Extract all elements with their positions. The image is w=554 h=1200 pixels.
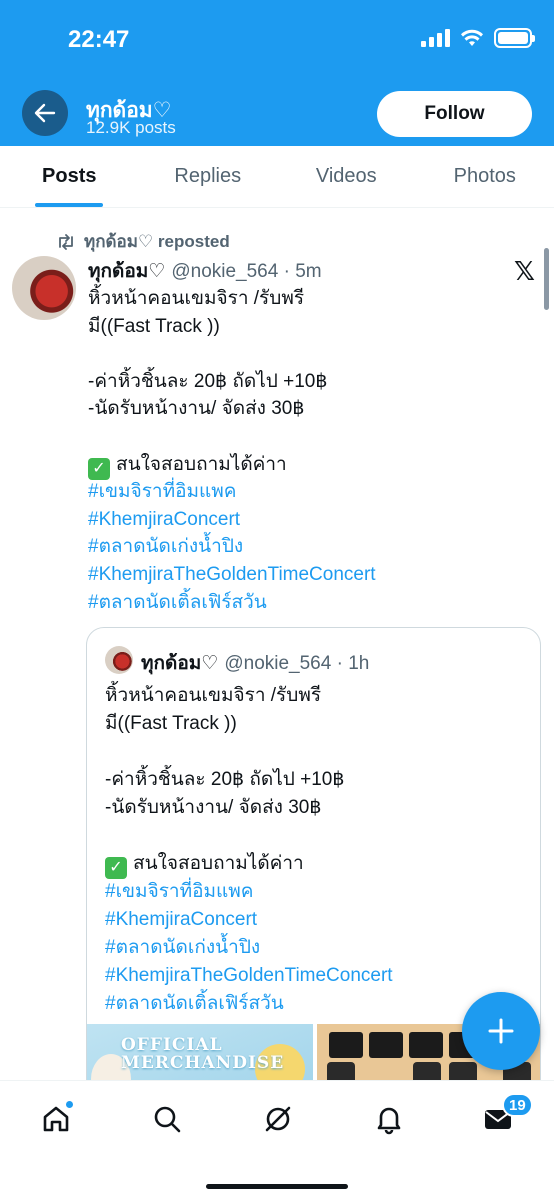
status-icons [421,28,535,48]
arrow-left-icon [34,103,56,123]
quoted-line [105,822,525,850]
grok-icon [265,1106,291,1132]
check-line-text: สนใจสอบถามได้ค่าา [116,453,287,475]
quoted-text: หิ้วหน้าคอนเขมจิรา /รับพรี มี((Fast Trac… [105,682,525,1018]
nav-messages[interactable]: 19 [478,1093,533,1139]
status-time: 22:47 [68,26,130,53]
battery-icon [494,28,535,48]
quoted-hashtag[interactable]: #KhemjiraConcert [105,906,525,934]
wifi-icon [461,29,483,46]
quoted-line [105,738,525,766]
tab-replies[interactable]: Replies [139,146,278,207]
tshirt-image [409,1032,443,1058]
back-button[interactable] [22,90,68,136]
tweet-text: หิ้วหน้าคอนเขมจิรา /รับพรี มี((Fast Trac… [88,285,528,616]
tweet-check-line: ✓ สนใจสอบถามได้ค่าา [88,451,528,480]
messages-badge: 19 [502,1093,533,1117]
check-mark-icon: ✓ [88,457,110,480]
nav-home[interactable] [36,1099,76,1139]
profile-tabs: Posts Replies Videos Photos [0,146,554,208]
compose-button[interactable] [462,992,540,1070]
scrollbar[interactable] [544,248,549,310]
repost-indicator[interactable]: ทุกด้อม♡ reposted [56,228,230,255]
tweet-line: -ค่าหิ้วชิ้นละ 20฿ ถัดไป +10฿ [88,370,328,392]
notifications-icon [377,1107,401,1135]
tweet-line [88,340,528,368]
hashtag-link[interactable]: #เขมจิราที่อิมแพค [88,478,528,506]
profile-header: 22:47 ทุกด้อม♡ 12.9K posts Follow [0,0,554,146]
signal-icon [421,29,450,47]
hashtag-link[interactable]: #KhemjiraConcert [88,506,528,534]
home-indicator [206,1184,348,1189]
home-notification-dot [65,1100,74,1109]
tab-photos[interactable]: Photos [416,146,554,207]
quoted-hashtag[interactable]: #KhemjiraTheGoldenTimeConcert [105,962,525,990]
quoted-author-name: ทุกด้อม♡ [141,653,219,674]
nav-notifications[interactable] [369,1099,409,1139]
quoted-check-line-text: สนใจสอบถามได้ค่าา [133,853,304,874]
avatar[interactable] [12,256,76,320]
quoted-handle-time: @nokie_564 · 1h [224,653,370,674]
quoted-avatar [105,646,133,674]
tab-posts[interactable]: Posts [0,146,139,207]
merch-banner-text: OFFICIAL MERCHANDISE [121,1035,285,1073]
repost-label: ทุกด้อม♡ reposted [84,232,230,251]
tweet-line: -นัดรับหน้างาน/ จัดส่ง 30฿ [88,398,305,420]
hashtag-link[interactable]: #KhemjiraTheGoldenTimeConcert [88,561,528,589]
tweet-author-name[interactable]: ทุกด้อม♡ [88,261,165,282]
hashtag-link[interactable]: #ตลาดนัดเติ้ลเฟิร์สวัน [88,589,528,617]
quoted-hashtag[interactable]: #ตลาดนัดเติ้ลเฟิร์สวัน [105,990,525,1018]
tweet-handle-time: @nokie_564 · 5m [171,261,322,282]
repost-icon [59,233,73,250]
quoted-check-line: ✓ สนใจสอบถามได้ค่าา [105,850,525,879]
tweet-line: หิ้วหน้าคอนเขมจิรา /รับพรี [88,288,305,309]
nav-search[interactable] [147,1099,187,1139]
tshirt-image [329,1032,363,1058]
quoted-header: ทุกด้อม♡ @nokie_564 · 1h [141,648,369,678]
quoted-line: -นัดรับหน้างาน/ จัดส่ง 30฿ [105,797,322,818]
hashtag-link[interactable]: #ตลาดนัดเก่งน้ำปิง [88,533,528,561]
search-icon [154,1106,181,1133]
tweet-line [88,423,528,451]
quoted-hashtag[interactable]: #ตลาดนัดเก่งน้ำปิง [105,934,525,962]
quoted-hashtag[interactable]: #เขมจิราที่อิมแพค [105,878,525,906]
tab-videos[interactable]: Videos [277,146,416,207]
quoted-line: มี((Fast Track )) [105,713,237,734]
quoted-line: หิ้วหน้าคอนเขมจิรา /รับพรี [105,685,322,706]
check-mark-icon: ✓ [105,857,127,879]
nav-grok[interactable] [258,1099,298,1139]
follow-button[interactable]: Follow [377,91,532,137]
post-count: 12.9K posts [86,118,176,137]
x-logo-icon: 𝕏 [514,256,535,286]
quoted-line: -ค่าหิ้วชิ้นละ 20฿ ถัดไป +10฿ [105,769,345,790]
bottom-nav: 19 [0,1080,554,1200]
tshirt-image [369,1032,403,1058]
tweet-header: ทุกด้อม♡ @nokie_564 · 5m [88,256,322,286]
plus-icon [488,1018,514,1044]
tweet-line: มี((Fast Track )) [88,315,220,337]
